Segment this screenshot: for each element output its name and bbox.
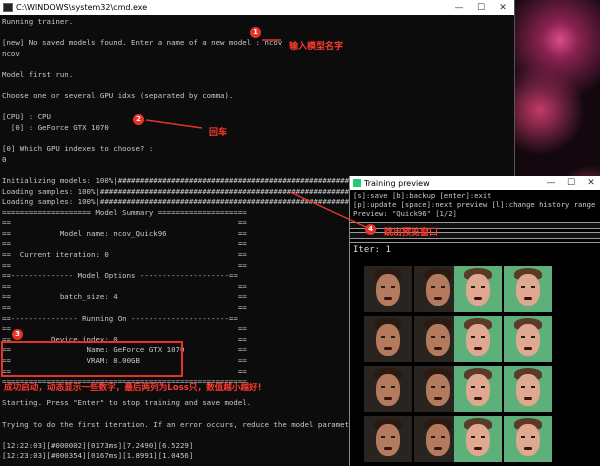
minimize-button[interactable]: — [448, 3, 470, 13]
preview-face-thumbnail [504, 266, 552, 312]
maximize-button[interactable]: ☐ [470, 3, 492, 13]
terminal-icon [3, 3, 13, 12]
annotation-text: 输入模型名字 [289, 42, 344, 52]
annotation-marker: 2 [133, 114, 144, 125]
preview-maximize-button[interactable]: ☐ [561, 178, 581, 188]
preview-titlebar[interactable]: Training preview — ☐ ✕ [350, 176, 600, 190]
preview-face-thumbnail [454, 366, 502, 412]
preview-help-line: Preview: "Quick96" [1/2] [353, 209, 457, 219]
preview-face-grid [364, 266, 590, 466]
console-line: Model first run. [2, 69, 74, 79]
console-line: 0 [2, 154, 7, 164]
preview-face-thumbnail [504, 366, 552, 412]
close-button[interactable]: ✕ [492, 3, 514, 13]
annotation-marker: 3 [12, 329, 23, 340]
window-icon [353, 179, 361, 187]
preview-face-thumbnail [364, 316, 412, 362]
annotation-marker: 4 [365, 224, 376, 235]
loss-highlight-box [1, 341, 183, 377]
console-line: [0] : GeForce GTX 1070 [2, 122, 109, 132]
annotation-text: 回车 [209, 128, 228, 138]
preview-face-thumbnail [454, 266, 502, 312]
preview-help-text: [s]:save [b]:backup [enter]:exit [p]:upda… [350, 190, 600, 220]
console-line: [0] Which GPU indexes to choose? : [2, 144, 154, 154]
preview-face-thumbnail [454, 416, 502, 462]
preview-face-thumbnail [364, 266, 412, 312]
annotation-marker: 1 [250, 27, 261, 38]
console-line: [CPU] : CPU [2, 112, 51, 122]
cmd-titlebar[interactable]: C:\WINDOWS\system32\cmd.exe — ☐ ✕ [0, 0, 514, 15]
annotation-text: 成功启动，动态显示一些数字，最后两列为Loss只，数值越小越好! [4, 383, 262, 393]
preview-face-thumbnail [504, 416, 552, 462]
preview-close-button[interactable]: ✕ [581, 178, 600, 188]
console-line: Choose one or several GPU idxs (separate… [2, 91, 234, 101]
cmd-window-title: C:\WINDOWS\system32\cmd.exe [16, 3, 148, 12]
preview-help-line: [s]:save [b]:backup [enter]:exit [353, 191, 492, 200]
console-line: Running trainer. [2, 17, 74, 26]
preview-minimize-button[interactable]: — [541, 178, 561, 188]
preview-face-thumbnail [364, 366, 412, 412]
preview-face-thumbnail [504, 316, 552, 362]
preview-face-thumbnail [454, 316, 502, 362]
preview-window-title: Training preview [364, 178, 430, 188]
console-line: ncov [2, 48, 20, 58]
console-line: [new] No saved models found. Enter a nam… [2, 38, 283, 48]
preview-face-thumbnail [364, 416, 412, 462]
annotation-text: 跳出预览窗口 [384, 228, 439, 238]
preview-help-line: [p]:update [space]:next preview [l]:chan… [353, 200, 596, 210]
training-preview-window: Training preview — ☐ ✕ [s]:save [b]:back… [349, 176, 600, 466]
preview-iteration-label: Iter: 1 [350, 241, 600, 257]
